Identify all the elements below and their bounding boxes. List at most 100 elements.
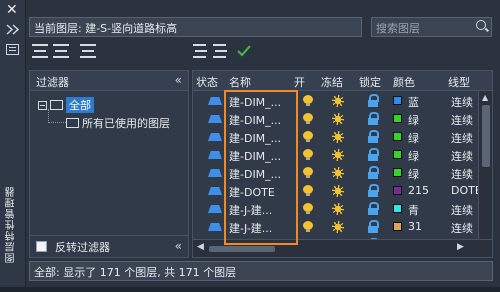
layer-color-name[interactable]: 绿: [408, 130, 419, 146]
collapse-filter-button[interactable]: «: [175, 73, 182, 87]
layer-linetype[interactable]: 连续: [451, 94, 473, 110]
collapse-panel-button[interactable]: «: [175, 239, 182, 253]
layer-linetype[interactable]: 连续: [451, 166, 473, 182]
table-row[interactable]: 建-J-建... 青 连续: [193, 200, 492, 218]
layer-color-name[interactable]: 绿: [408, 112, 419, 128]
color-swatch[interactable]: [393, 204, 402, 213]
freeze-sun-icon[interactable]: [332, 131, 344, 143]
scroll-up-icon[interactable]: ▲: [482, 93, 488, 102]
on-bulb-icon[interactable]: [303, 149, 313, 161]
vertical-scroll-thumb[interactable]: [482, 105, 490, 167]
layer-linetype[interactable]: 连续: [451, 148, 473, 164]
invert-filter-checkbox[interactable]: [36, 241, 47, 252]
freeze-sun-icon[interactable]: [332, 149, 344, 161]
unlock-icon[interactable]: [368, 166, 380, 180]
new-group-filter-icon[interactable]: [53, 44, 69, 58]
unlock-icon[interactable]: [368, 112, 380, 126]
vertical-scrollbar[interactable]: ▲: [478, 91, 492, 239]
layer-color-name[interactable]: 蓝: [408, 94, 419, 110]
layer-name[interactable]: 建-DIM_...: [229, 148, 281, 164]
new-property-filter-icon[interactable]: [32, 44, 48, 58]
layer-status-icon[interactable]: [208, 151, 222, 159]
freeze-sun-icon[interactable]: [332, 203, 344, 215]
unlock-icon[interactable]: [368, 130, 380, 144]
layer-color-name[interactable]: 31: [408, 220, 422, 233]
horizontal-scroll-thumb[interactable]: [209, 246, 275, 252]
freeze-sun-icon[interactable]: [332, 167, 344, 179]
color-swatch[interactable]: [393, 168, 402, 177]
freeze-sun-icon[interactable]: [332, 113, 344, 125]
table-row[interactable]: 建-DIM_... 绿 连续: [193, 164, 492, 182]
freeze-sun-icon[interactable]: [332, 221, 344, 233]
layer-color-name[interactable]: 绿: [408, 166, 419, 182]
freeze-sun-icon[interactable]: [332, 95, 344, 107]
unlock-icon[interactable]: [368, 148, 380, 162]
table-row[interactable]: 建-J-建... 31 连续: [193, 218, 492, 236]
on-bulb-icon[interactable]: [303, 257, 313, 258]
freeze-sun-icon[interactable]: [332, 185, 344, 197]
color-swatch[interactable]: [393, 132, 402, 141]
layer-color-name[interactable]: 青: [408, 202, 419, 218]
unlock-icon[interactable]: [368, 220, 380, 234]
column-status[interactable]: 状态: [196, 74, 218, 90]
layer-status-icon[interactable]: [208, 115, 222, 123]
layer-linetype[interactable]: 连续: [451, 130, 473, 146]
unlock-icon[interactable]: [368, 94, 380, 108]
layer-status-icon[interactable]: [208, 223, 222, 231]
layer-name[interactable]: 建-DIM_...: [229, 94, 281, 110]
layer-status-icon[interactable]: [208, 187, 222, 195]
close-icon[interactable]: ✕: [6, 3, 18, 17]
color-swatch[interactable]: [393, 96, 402, 105]
delete-layer-icon[interactable]: [213, 44, 227, 58]
layer-name[interactable]: 建-J-建...: [229, 202, 272, 218]
layer-linetype[interactable]: 连续: [451, 112, 473, 128]
layer-name[interactable]: 建-DIM_...: [229, 112, 281, 128]
on-bulb-icon[interactable]: [303, 95, 313, 107]
layer-name[interactable]: 建-DIM_...: [229, 166, 281, 182]
unlock-icon[interactable]: [368, 202, 380, 216]
new-layer-icon[interactable]: [193, 44, 207, 58]
color-swatch[interactable]: [393, 222, 402, 231]
column-on[interactable]: 开: [294, 74, 305, 90]
column-name[interactable]: 名称: [229, 74, 251, 90]
color-swatch[interactable]: [393, 150, 402, 159]
table-row[interactable]: 建-DIM_... 绿 连续: [193, 128, 492, 146]
scroll-right-icon[interactable]: ▶: [457, 242, 464, 252]
color-swatch[interactable]: [393, 114, 402, 123]
filter-node-used[interactable]: 所有已使用的图层: [66, 115, 170, 131]
on-bulb-icon[interactable]: [303, 131, 313, 143]
table-row[interactable]: 建-DOTE 215 DOTE: [193, 182, 492, 200]
table-row[interactable]: 建-DIM_... 绿 连续: [193, 146, 492, 164]
layer-name[interactable]: 建-DIM_...: [229, 130, 281, 146]
auto-hide-icon[interactable]: [6, 24, 19, 35]
column-linetype[interactable]: 线型: [448, 74, 470, 90]
table-row[interactable]: 建-DIM_... 蓝 连续: [193, 92, 492, 110]
filter-node-all[interactable]: 全部: [38, 97, 94, 113]
layer-linetype[interactable]: 连续: [451, 202, 473, 218]
scroll-left-icon[interactable]: ◀: [197, 242, 204, 252]
on-bulb-icon[interactable]: [303, 113, 313, 125]
layer-color-name[interactable]: 绿: [408, 148, 419, 164]
search-input[interactable]: 搜索图层: [371, 17, 492, 37]
color-swatch[interactable]: [393, 186, 402, 195]
unlock-icon[interactable]: [368, 184, 380, 198]
freeze-sun-icon[interactable]: [332, 257, 344, 258]
on-bulb-icon[interactable]: [303, 167, 313, 179]
layer-name[interactable]: 建-J-建...: [229, 220, 272, 236]
horizontal-scrollbar[interactable]: ◀ ▶: [193, 239, 492, 257]
on-bulb-icon[interactable]: [303, 185, 313, 197]
layer-name[interactable]: 建-DOTE: [229, 184, 275, 200]
layer-status-icon[interactable]: [208, 133, 222, 141]
layer-states-icon[interactable]: [80, 44, 96, 58]
layer-status-icon[interactable]: [208, 169, 222, 177]
column-color[interactable]: 颜色: [393, 74, 415, 90]
properties-icon[interactable]: [6, 44, 19, 55]
set-current-check-icon[interactable]: [236, 44, 252, 58]
layer-status-icon[interactable]: [208, 97, 222, 105]
on-bulb-icon[interactable]: [303, 203, 313, 215]
column-freeze[interactable]: 冻结: [321, 74, 343, 90]
table-row[interactable]: 建-DIM_... 绿 连续: [193, 110, 492, 128]
layer-linetype[interactable]: 连续: [451, 220, 473, 236]
collapse-tree-icon[interactable]: [38, 100, 47, 110]
layer-color-name[interactable]: 215: [408, 184, 429, 197]
